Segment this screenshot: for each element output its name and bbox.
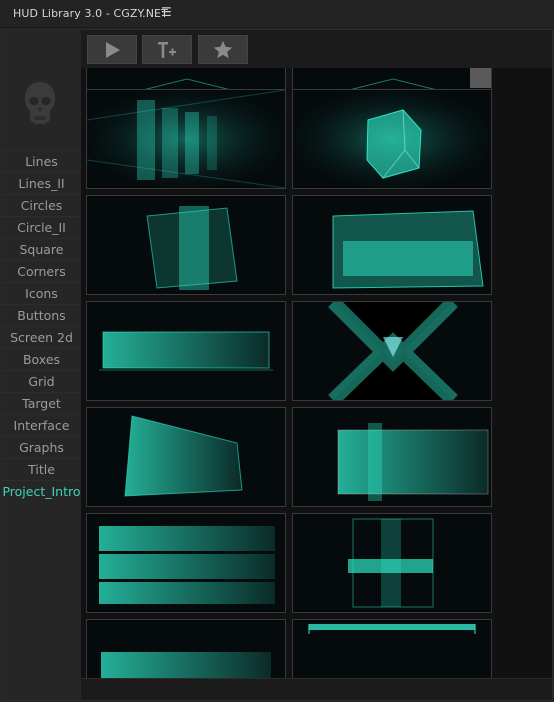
hud-thumbnail-image (293, 196, 491, 294)
toolbar (81, 30, 552, 68)
sidebar-item-boxes[interactable]: Boxes (2, 348, 81, 370)
hud-thumbnail-image (87, 408, 285, 506)
sidebar-item-title[interactable]: Title (2, 458, 81, 480)
status-bar (81, 678, 552, 700)
sidebar-item-graphs[interactable]: Graphs (2, 436, 81, 458)
category-sidebar: Lines Lines_II Circles Circle_II Square Corne… (2, 30, 81, 700)
hud-preview-6[interactable] (292, 195, 492, 295)
hud-preview-13[interactable] (86, 619, 286, 678)
hud-thumbnail-image (293, 620, 491, 678)
sidebar-item-buttons[interactable]: Buttons (2, 304, 81, 326)
hud-preview-12[interactable] (292, 513, 492, 613)
hud-thumbnail-image (87, 620, 285, 678)
favorite-button[interactable] (198, 35, 248, 64)
sidebar-item-icons[interactable]: Icons (2, 282, 81, 304)
thumbnail-grid (81, 68, 552, 678)
sidebar-item-interface[interactable]: Interface (2, 414, 81, 436)
star-icon (213, 40, 233, 58)
skull-icon (25, 82, 55, 124)
hud-preview-14[interactable] (292, 619, 492, 678)
sidebar-item-square[interactable]: Square (2, 238, 81, 260)
hud-preview-11[interactable] (86, 513, 286, 613)
hud-preview-7[interactable] (86, 301, 286, 401)
window-title: HUD Library 3.0 - CGZY.NET (13, 7, 168, 20)
hud-preview-10[interactable] (292, 407, 492, 507)
hamburger-icon[interactable]: ☰ (161, 5, 172, 19)
sidebar-item-project-intro[interactable]: Project_Intro (2, 480, 81, 502)
hud-preview-8[interactable] (292, 301, 492, 401)
hud-preview-4[interactable] (292, 89, 492, 189)
hud-preview-9[interactable] (86, 407, 286, 507)
panel-tab-bar: HUD Library 3.0 - CGZY.NET ☰ (0, 0, 554, 28)
sidebar-item-circle-ii[interactable]: Circle_II (2, 216, 81, 238)
hud-thumbnail-image (293, 408, 491, 506)
hud-thumbnail-image (87, 90, 285, 188)
sidebar-item-lines-ii[interactable]: Lines_II (2, 172, 81, 194)
category-list: Lines Lines_II Circles Circle_II Square Corne… (2, 150, 81, 502)
sidebar-item-lines[interactable]: Lines (2, 150, 81, 172)
library-content (81, 30, 552, 678)
sidebar-item-target[interactable]: Target (2, 392, 81, 414)
hud-preview-5[interactable] (86, 195, 286, 295)
hud-thumbnail-image (87, 514, 285, 612)
add-text-button[interactable] (142, 35, 192, 64)
play-icon (106, 41, 120, 58)
hud-thumbnail-image (87, 196, 285, 294)
hud-thumbnail-image (293, 514, 491, 612)
play-button[interactable] (87, 35, 137, 64)
hud-preview-3[interactable] (86, 89, 286, 189)
sidebar-item-corners[interactable]: Corners (2, 260, 81, 282)
text-add-icon (158, 41, 176, 58)
sidebar-item-circles[interactable]: Circles (2, 194, 81, 216)
sidebar-item-screen-2d[interactable]: Screen 2d (2, 326, 81, 348)
hud-thumbnail-image (293, 302, 491, 400)
sidebar-item-grid[interactable]: Grid (2, 370, 81, 392)
hud-thumbnail-image (293, 90, 491, 188)
hud-thumbnail-image (87, 302, 285, 400)
scroll-thumb[interactable] (470, 68, 491, 88)
